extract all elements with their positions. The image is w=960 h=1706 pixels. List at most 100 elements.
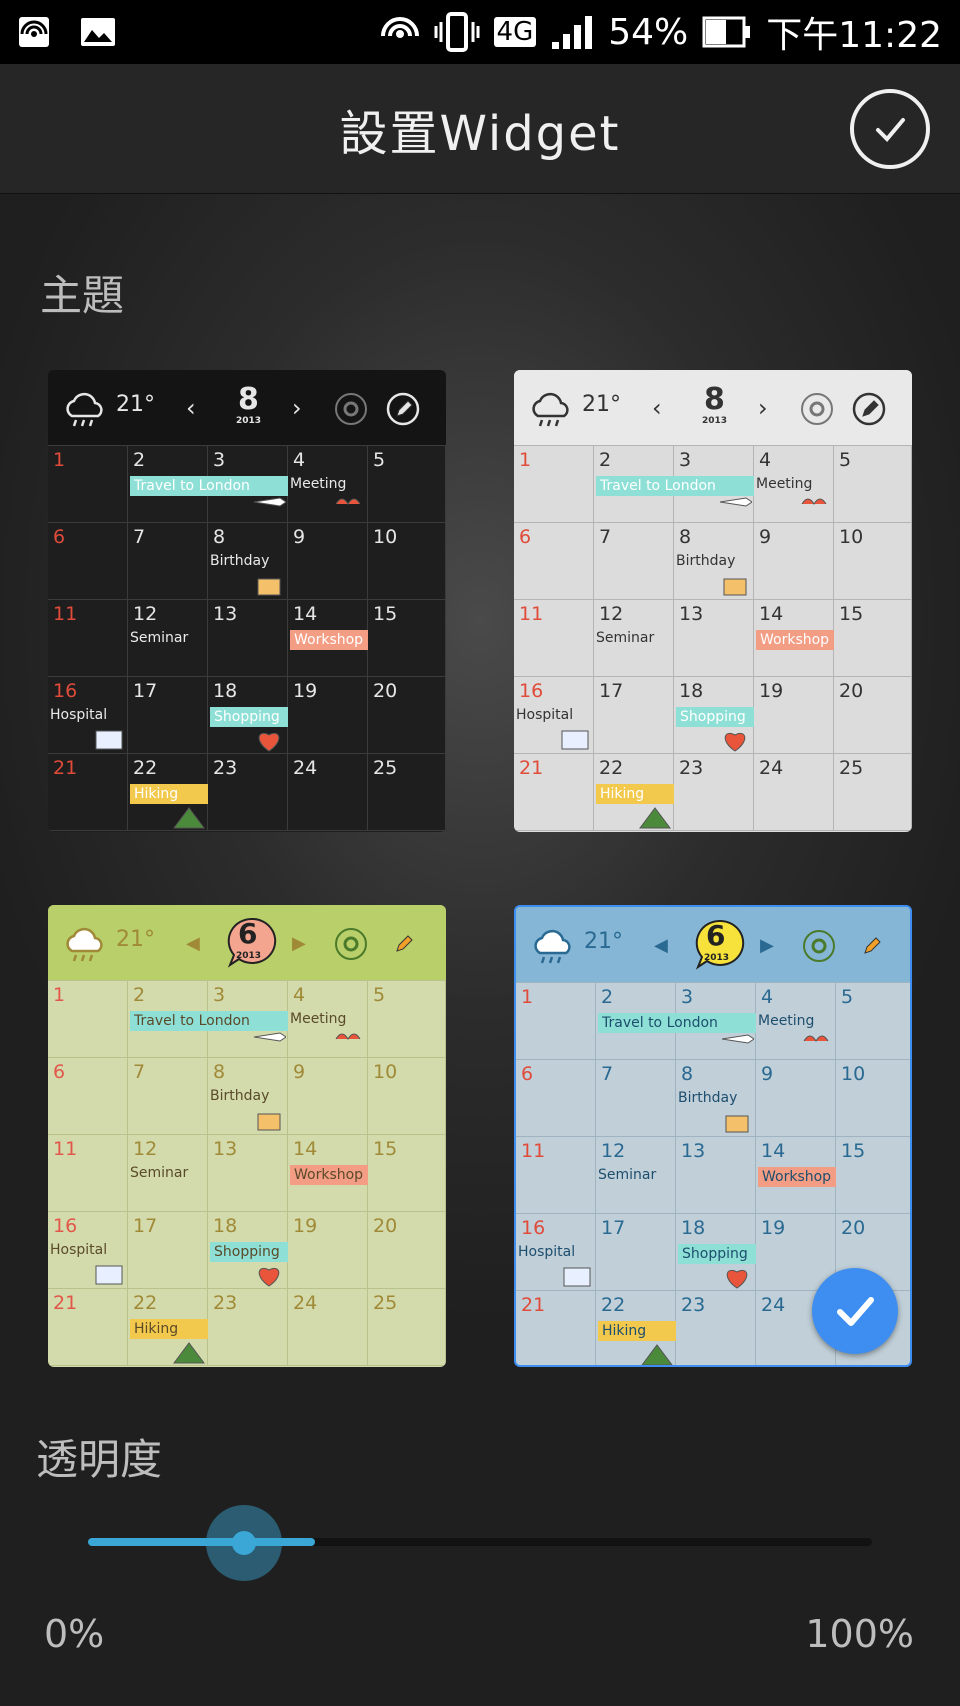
- calendar-day-cell[interactable]: 5: [368, 981, 446, 1058]
- calendar-day-cell[interactable]: 13: [674, 600, 754, 677]
- day-number: 19: [293, 680, 318, 702]
- calendar-day-cell[interactable]: 13: [208, 600, 288, 677]
- settings-gear-icon[interactable]: [334, 927, 368, 965]
- calendar-day-cell[interactable]: 17: [128, 677, 208, 754]
- calendar-day-cell[interactable]: 10: [834, 523, 912, 600]
- mountain-sticker-icon: [640, 1337, 674, 1365]
- settings-gear-icon[interactable]: [334, 392, 368, 430]
- calendar-day-cell[interactable]: 19: [288, 1212, 368, 1289]
- calendar-day-cell[interactable]: 5: [834, 446, 912, 523]
- calendar-day-cell[interactable]: 11: [514, 600, 594, 677]
- calendar-day-cell[interactable]: 9: [288, 1058, 368, 1135]
- calendar-day-cell[interactable]: 6: [514, 523, 594, 600]
- calendar-day-cell[interactable]: 15: [368, 1135, 446, 1212]
- calendar-day-cell[interactable]: 1: [48, 981, 128, 1058]
- calendar-day-cell[interactable]: 6: [48, 523, 128, 600]
- calendar-day-cell[interactable]: 9: [756, 1060, 836, 1137]
- next-month-icon[interactable]: ▶: [292, 933, 306, 954]
- calendar-day-cell[interactable]: 11: [48, 600, 128, 677]
- settings-gear-icon[interactable]: [802, 929, 836, 967]
- calendar-day-cell[interactable]: 24: [754, 754, 834, 831]
- edit-pencil-icon[interactable]: [854, 929, 888, 967]
- calendar-day-cell[interactable]: 21: [516, 1291, 596, 1365]
- day-number: 8: [213, 526, 226, 548]
- day-number: 9: [293, 526, 306, 548]
- prev-month-icon[interactable]: ◀: [186, 933, 200, 954]
- edit-pencil-icon[interactable]: [852, 392, 886, 430]
- calendar-day-cell[interactable]: 7: [128, 1058, 208, 1135]
- next-month-icon[interactable]: ▶: [760, 935, 774, 956]
- day-number: 21: [519, 757, 544, 779]
- opacity-slider-thumb[interactable]: [206, 1505, 282, 1581]
- calendar-day-cell[interactable]: 19: [754, 677, 834, 754]
- battery-icon: [702, 16, 751, 48]
- calendar-day-cell[interactable]: 21: [48, 754, 128, 831]
- prev-month-icon[interactable]: ‹: [186, 394, 196, 422]
- calendar-day-cell[interactable]: 24: [288, 1289, 368, 1366]
- calendar-day-cell[interactable]: 10: [836, 1060, 910, 1137]
- calendar-day-cell[interactable]: 15: [834, 600, 912, 677]
- hotspot-icon: [19, 17, 49, 47]
- calendar-day-cell[interactable]: 23: [674, 754, 754, 831]
- calendar-day-cell[interactable]: 5: [368, 446, 446, 523]
- calendar-day-cell[interactable]: 17: [596, 1214, 676, 1291]
- calendar-day-cell[interactable]: 1: [514, 446, 594, 523]
- calendar-day-cell[interactable]: 15: [836, 1137, 910, 1214]
- theme-card-green[interactable]: 21° ◀ 6 2013 ▶ 1 2 3 4 5 6 7 8 9 10 11 12 13 14 15 16 17 18 19 2…: [48, 905, 446, 1367]
- calendar-day-cell[interactable]: 20: [368, 1212, 446, 1289]
- prev-month-icon[interactable]: ‹: [652, 394, 662, 422]
- calendar-day-cell[interactable]: 10: [368, 1058, 446, 1135]
- calendar-day-cell[interactable]: 7: [128, 523, 208, 600]
- settings-gear-icon[interactable]: [800, 392, 834, 430]
- calendar-day-cell[interactable]: 11: [48, 1135, 128, 1212]
- confirm-button[interactable]: [850, 89, 930, 169]
- calendar-day-cell[interactable]: 7: [596, 1060, 676, 1137]
- day-number: 11: [53, 1138, 78, 1160]
- day-number: 8: [681, 1063, 694, 1085]
- calendar-day-cell[interactable]: 17: [594, 677, 674, 754]
- day-number: 9: [759, 526, 772, 548]
- day-number: 24: [759, 757, 784, 779]
- calendar-day-cell[interactable]: 10: [368, 523, 446, 600]
- edit-pencil-icon[interactable]: [386, 927, 420, 965]
- calendar-day-cell[interactable]: 5: [836, 983, 910, 1060]
- check-icon: [876, 118, 905, 142]
- calendar-day-cell[interactable]: 25: [834, 754, 912, 831]
- calendar-day-cell[interactable]: 13: [208, 1135, 288, 1212]
- edit-pencil-icon[interactable]: [386, 392, 420, 430]
- calendar-day-cell[interactable]: 19: [288, 677, 368, 754]
- calendar-day-cell[interactable]: 23: [208, 1289, 288, 1366]
- day-number: 21: [53, 757, 78, 779]
- calendar-day-cell[interactable]: 15: [368, 600, 446, 677]
- calendar-header: 21° ‹ 8 2013 ›: [514, 370, 912, 445]
- calendar-day-cell[interactable]: 25: [368, 1289, 446, 1366]
- theme-card-dark[interactable]: 21° ‹ 8 2013 › 1 2 3 4 5 6 7 8 9 10 11 12 13 14 15 16 17 18 19 2…: [48, 370, 446, 832]
- weather-temperature: 21°: [584, 929, 623, 954]
- calendar-day-cell[interactable]: 24: [288, 754, 368, 831]
- prev-month-icon[interactable]: ◀: [654, 935, 668, 956]
- calendar-day-cell[interactable]: 25: [368, 754, 446, 831]
- calendar-day-cell[interactable]: 21: [48, 1289, 128, 1366]
- calendar-day-cell[interactable]: 9: [754, 523, 834, 600]
- calendar-day-cell[interactable]: 7: [594, 523, 674, 600]
- event-label-meeting: Meeting: [756, 476, 813, 492]
- image-notification-icon: [81, 18, 115, 46]
- calendar-day-cell[interactable]: 21: [514, 754, 594, 831]
- calendar-day-cell[interactable]: 20: [368, 677, 446, 754]
- calendar-day-cell[interactable]: 20: [834, 677, 912, 754]
- theme-card-light[interactable]: 21° ‹ 8 2013 › 1 2 3 4 5 6 7 8 9 10 11 12 13 14 15 16 17 18 19 2…: [514, 370, 912, 832]
- calendar-day-cell[interactable]: 6: [516, 1060, 596, 1137]
- calendar-day-cell[interactable]: 1: [516, 983, 596, 1060]
- day-number: 4: [761, 986, 774, 1008]
- calendar-day-cell[interactable]: 17: [128, 1212, 208, 1289]
- next-month-icon[interactable]: ›: [758, 394, 768, 422]
- next-month-icon[interactable]: ›: [292, 394, 302, 422]
- calendar-day-cell[interactable]: 11: [516, 1137, 596, 1214]
- day-number: 18: [681, 1217, 706, 1239]
- calendar-day-cell[interactable]: 9: [288, 523, 368, 600]
- calendar-day-cell[interactable]: 23: [208, 754, 288, 831]
- calendar-day-cell[interactable]: 13: [676, 1137, 756, 1214]
- calendar-day-cell[interactable]: 1: [48, 446, 128, 523]
- calendar-day-cell[interactable]: 23: [676, 1291, 756, 1365]
- calendar-day-cell[interactable]: 6: [48, 1058, 128, 1135]
